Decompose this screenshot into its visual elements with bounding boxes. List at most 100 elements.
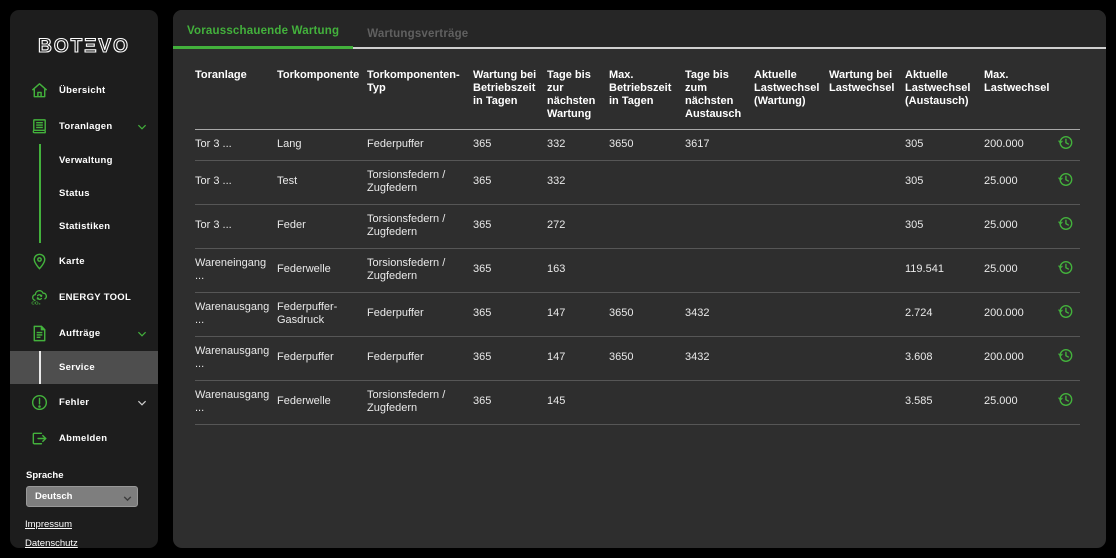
table-row: Tor 3 ... Feder Torsionsfedern / Zugfede…: [195, 204, 1080, 248]
table-cell: 332: [547, 130, 609, 161]
history-button[interactable]: [1057, 134, 1074, 151]
sidebar-item-label: Übersicht: [59, 85, 106, 96]
table-cell-actions: [1050, 130, 1080, 161]
main-panel: Vorausschauende Wartung Wartungsverträge…: [173, 10, 1106, 548]
sidebar-item-verwaltung[interactable]: Verwaltung: [10, 144, 158, 177]
table-cell: Federwelle: [277, 248, 367, 292]
table-cell: [609, 248, 685, 292]
table-cell: Tor 3 ...: [195, 130, 277, 161]
table-cell: Torsionsfedern / Zugfedern: [367, 248, 473, 292]
history-button[interactable]: [1057, 171, 1074, 188]
table-cell: 3432: [685, 336, 754, 380]
sidebar-item-auftraege[interactable]: Aufträge: [10, 315, 158, 351]
table-row: Tor 3 ... Test Torsionsfedern / Zugfeder…: [195, 160, 1080, 204]
sidebar-item-fehler[interactable]: Fehler: [10, 384, 158, 420]
sidebar-item-statistiken[interactable]: Statistiken: [10, 210, 158, 243]
tab-wartungsvertraege[interactable]: Wartungsverträge: [353, 16, 482, 49]
table-cell: 3650: [609, 130, 685, 161]
table-cell: [754, 380, 829, 424]
sidebar-item-label: Toranlagen: [59, 121, 113, 132]
sidebar-item-karte[interactable]: Karte: [10, 243, 158, 279]
datenschutz-link[interactable]: Datenschutz: [25, 538, 158, 548]
col-header-max-lastwechsel: Max. Lastwechsel: [984, 61, 1050, 130]
history-button[interactable]: [1057, 303, 1074, 320]
table-cell: Federpuffer: [367, 130, 473, 161]
sub-item-label: Verwaltung: [59, 155, 113, 166]
sectional-door-icon: [30, 117, 49, 136]
sidebar-item-toranlagen[interactable]: Toranlagen: [10, 108, 158, 144]
sub-item-label: Statistiken: [59, 221, 110, 232]
sidebar-item-label: Aufträge: [59, 328, 100, 339]
col-header-aktuelle-lastwechsel-austausch: Aktuelle Lastwechsel (Austausch): [905, 61, 984, 130]
table-cell: 200.000: [984, 292, 1050, 336]
tab-bar: Vorausschauende Wartung Wartungsverträge: [173, 10, 1106, 49]
sub-item-label: Service: [59, 362, 95, 373]
language-select[interactable]: Deutsch: [26, 486, 138, 507]
col-header-wartung-bei-betriebszeit: Wartung bei Betriebszeit in Tagen: [473, 61, 547, 130]
sidebar-item-status[interactable]: Status: [10, 177, 158, 210]
col-header-max-betriebszeit: Max. Betriebszeit in Tagen: [609, 61, 685, 130]
history-button[interactable]: [1057, 391, 1074, 408]
table-cell: Test: [277, 160, 367, 204]
toranlagen-submenu: Verwaltung Status Statistiken: [10, 144, 158, 243]
table-cell: 147: [547, 336, 609, 380]
table-cell: Torsionsfedern / Zugfedern: [367, 380, 473, 424]
co2-cloud-icon: CO₂: [30, 288, 49, 307]
sidebar-item-uebersicht[interactable]: Übersicht: [10, 72, 158, 108]
table-cell: 3650: [609, 336, 685, 380]
table-cell: 3617: [685, 130, 754, 161]
sidebar-item-energy-tool[interactable]: CO₂ ENERGY TOOL: [10, 279, 158, 315]
table-cell: [685, 248, 754, 292]
maintenance-table-wrap: Toranlage Torkomponente Torkomponenten-T…: [173, 49, 1106, 425]
table-cell-actions: [1050, 292, 1080, 336]
table-cell: [609, 160, 685, 204]
table-cell: 25.000: [984, 160, 1050, 204]
table-cell: Warenausgang ...: [195, 336, 277, 380]
svg-text:CO₂: CO₂: [31, 301, 40, 307]
table-cell: [829, 130, 905, 161]
sidebar-item-service[interactable]: Service: [10, 351, 158, 384]
sidebar: BOTΞVO Übersicht Toranlagen: [10, 10, 158, 548]
language-block: Sprache Deutsch: [26, 470, 158, 507]
table-cell: [685, 160, 754, 204]
table-cell: 272: [547, 204, 609, 248]
table-cell: Lang: [277, 130, 367, 161]
table-cell: 365: [473, 380, 547, 424]
table-cell: [754, 204, 829, 248]
table-cell-actions: [1050, 248, 1080, 292]
col-header-tage-bis-austausch: Tage bis zum nächsten Austausch: [685, 61, 754, 130]
table-cell-actions: [1050, 204, 1080, 248]
table-cell: [829, 204, 905, 248]
history-button[interactable]: [1057, 347, 1074, 364]
col-header-torkomponenten-typ: Torkomponenten-Typ: [367, 61, 473, 130]
table-cell: [754, 292, 829, 336]
table-cell: Warenausgang ...: [195, 380, 277, 424]
table-cell: 332: [547, 160, 609, 204]
table-cell: Warenausgang ...: [195, 292, 277, 336]
history-clock-icon: [1057, 171, 1074, 188]
table-cell: Federwelle: [277, 380, 367, 424]
col-header-aktuelle-lastwechsel-wartung: Aktuelle Lastwechsel (Wartung): [754, 61, 829, 130]
sidebar-item-label: Karte: [59, 256, 85, 267]
chevron-down-icon: [136, 396, 148, 408]
history-button[interactable]: [1057, 215, 1074, 232]
history-clock-icon: [1057, 391, 1074, 408]
table-cell-actions: [1050, 336, 1080, 380]
table-cell: 3432: [685, 292, 754, 336]
table-cell: 200.000: [984, 130, 1050, 161]
table-cell: Federpuffer-Gasdruck: [277, 292, 367, 336]
sidebar-item-abmelden[interactable]: Abmelden: [10, 420, 158, 456]
alert-circle-icon: [30, 393, 49, 412]
table-cell: 119.541: [905, 248, 984, 292]
table-cell: 365: [473, 336, 547, 380]
table-cell: [609, 380, 685, 424]
table-cell: [754, 248, 829, 292]
history-button[interactable]: [1057, 259, 1074, 276]
table-cell: [829, 248, 905, 292]
table-cell: 305: [905, 130, 984, 161]
table-cell: [685, 204, 754, 248]
sub-item-label: Status: [59, 188, 90, 199]
tab-vorausschauende-wartung[interactable]: Vorausschauende Wartung: [173, 13, 353, 49]
maintenance-table: Toranlage Torkomponente Torkomponenten-T…: [195, 61, 1080, 425]
impressum-link[interactable]: Impressum: [25, 519, 158, 530]
